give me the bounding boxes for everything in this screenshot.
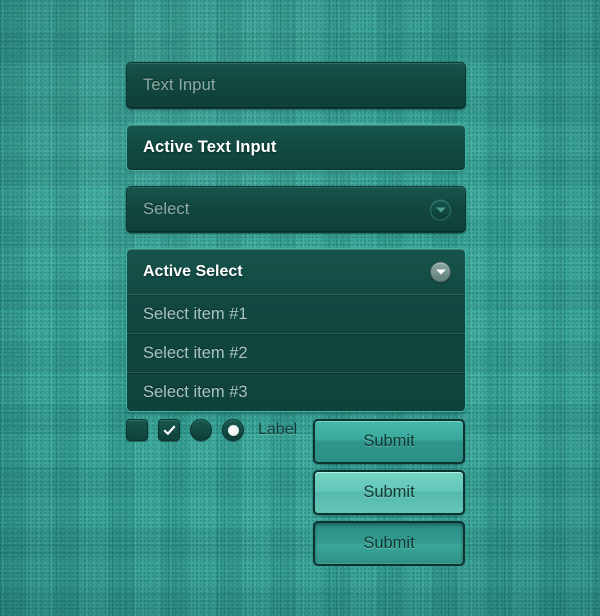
ui-form-kit: Text Input Active Text Input Select Acti… bbox=[0, 0, 600, 616]
radio-unselected[interactable] bbox=[190, 419, 212, 441]
submit-button-label: Submit bbox=[363, 483, 415, 501]
chevron-down-icon[interactable] bbox=[430, 261, 451, 282]
active-select-header[interactable]: Active Select bbox=[127, 249, 465, 294]
submit-button-hover[interactable]: Submit bbox=[313, 470, 465, 515]
chevron-down-icon[interactable] bbox=[430, 199, 451, 220]
radio-selected[interactable] bbox=[222, 419, 244, 441]
active-text-input[interactable]: Active Text Input bbox=[126, 124, 466, 171]
toggle-controls-label: Label bbox=[258, 421, 298, 438]
radio-dot-icon bbox=[227, 424, 239, 436]
submit-button-pressed[interactable]: Submit bbox=[313, 521, 465, 566]
select-option-label: Select item #2 bbox=[143, 343, 248, 362]
checkbox-checked[interactable] bbox=[158, 419, 180, 441]
list-item[interactable]: Select item #3 bbox=[127, 372, 465, 411]
select-placeholder: Select bbox=[143, 200, 190, 218]
submit-button-label: Submit bbox=[363, 534, 415, 552]
submit-button[interactable]: Submit bbox=[313, 419, 465, 464]
checkbox-unchecked[interactable] bbox=[126, 419, 148, 441]
select-dropdown[interactable]: Select bbox=[126, 186, 466, 233]
submit-button-label: Submit bbox=[363, 432, 415, 450]
select-option-label: Select item #1 bbox=[143, 304, 248, 323]
toggle-controls-row: Label bbox=[126, 419, 297, 441]
select-option-label: Select item #3 bbox=[143, 382, 248, 401]
active-select-value: Active Select bbox=[143, 262, 243, 280]
list-item[interactable]: Select item #2 bbox=[127, 333, 465, 372]
text-input[interactable]: Text Input bbox=[126, 62, 466, 109]
active-text-input-value: Active Text Input bbox=[143, 138, 277, 156]
text-input-placeholder: Text Input bbox=[143, 76, 216, 94]
chevron-down-glyph bbox=[435, 207, 446, 213]
check-icon bbox=[163, 425, 175, 435]
submit-button-group: Submit Submit Submit bbox=[313, 419, 465, 572]
list-item[interactable]: Select item #1 bbox=[127, 294, 465, 333]
chevron-down-glyph bbox=[435, 269, 446, 275]
active-select-dropdown[interactable]: Active Select Select item #1 Select item… bbox=[126, 248, 466, 412]
form-fields: Text Input Active Text Input Select Acti… bbox=[126, 62, 466, 427]
